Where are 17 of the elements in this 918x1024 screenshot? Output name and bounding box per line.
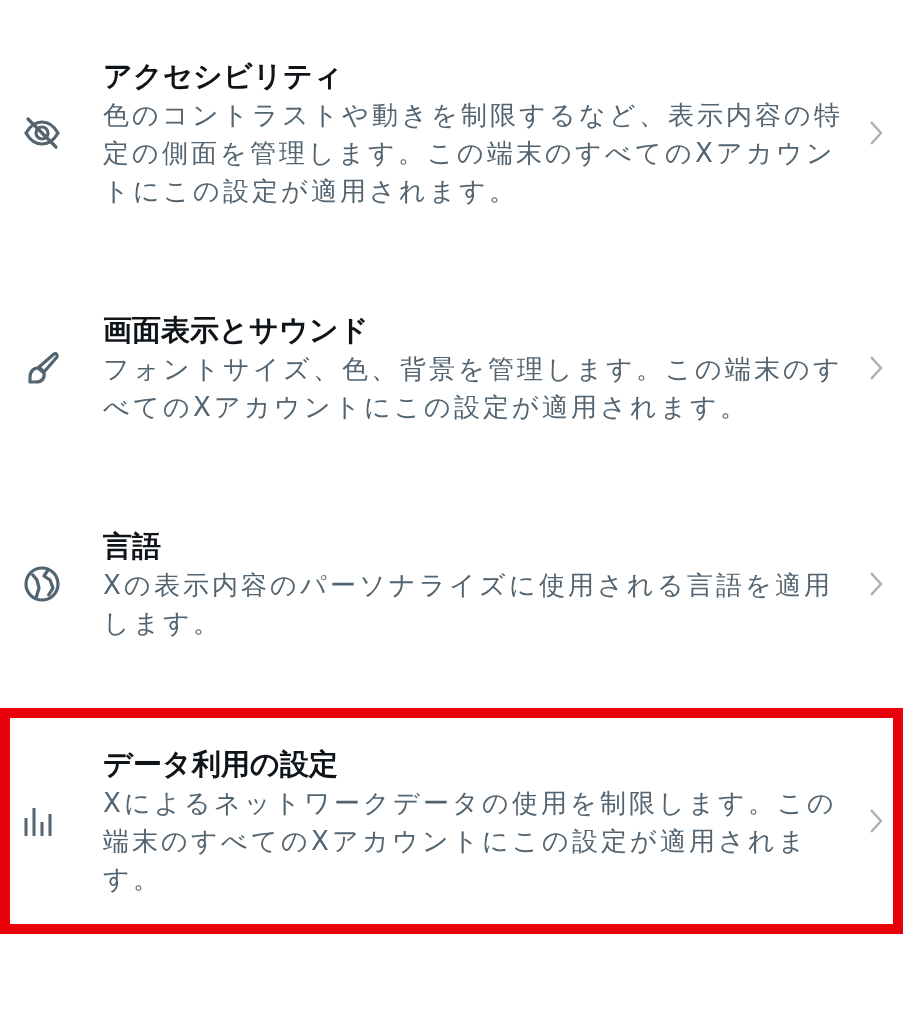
- item-description: フォントサイズ、色、背景を管理します。この端末のすべてのXアカウントにこの設定が適用されます。: [103, 353, 843, 424]
- chevron-right-icon: [867, 119, 885, 147]
- item-description: Xによるネットワークデータの使用を制限します。この端末のすべてのXアカウントにこの設定が適用されます。: [103, 787, 838, 896]
- chevron-right-icon: [867, 807, 885, 835]
- item-description: 色のコントラストや動きを制限するなど、表示内容の特定の側面を管理します。この端末のすべてのXアカウントにこの設定が適用されます。: [103, 99, 843, 208]
- settings-item[interactable]: 画面表示とサウンド フォントサイズ、色、背景を管理します。この端末のすべてのXアカウントにこの設定が適用されます。: [22, 310, 903, 426]
- item-title: データ利用の設定: [103, 746, 339, 783]
- settings-item[interactable]: データ利用の設定 Xによるネットワークデータの使用を制限します。この端末のすべてのXアカウントにこの設定が適用されます。: [22, 744, 893, 898]
- globe-icon: [22, 564, 62, 604]
- settings-item[interactable]: 言語 Xの表示内容のパーソナライズに使用される言語を適用します。: [22, 526, 903, 642]
- item-title: アクセシビリティ: [103, 58, 344, 95]
- item-title: 画面表示とサウンド: [103, 312, 370, 349]
- settings-item[interactable]: アクセシビリティ 色のコントラストや動きを制限するなど、表示内容の特定の側面を管理します。この端末のすべてのXアカウントにこの設定が適用されます。: [22, 56, 903, 210]
- item-description: Xの表示内容のパーソナライズに使用される言語を適用します。: [103, 569, 834, 640]
- chevron-right-icon: [867, 570, 885, 598]
- item-title: 言語: [103, 528, 162, 565]
- chevron-right-icon: [867, 354, 885, 382]
